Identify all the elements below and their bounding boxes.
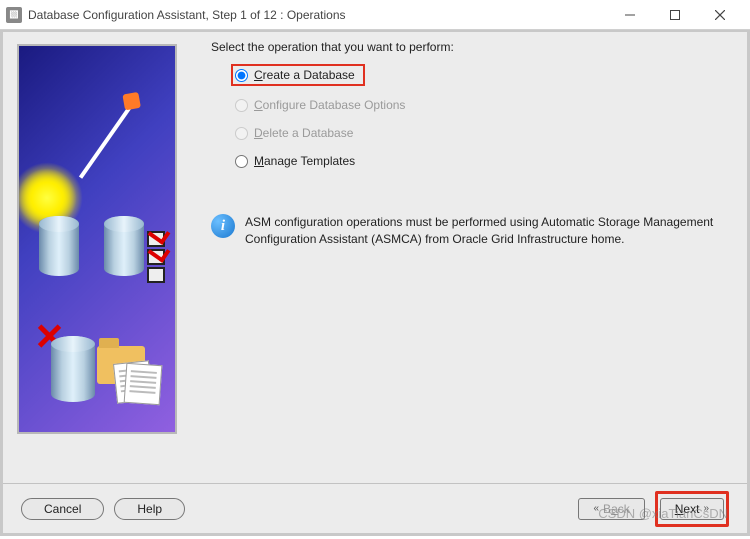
maximize-button[interactable]: [652, 0, 697, 30]
watermark: CSDN @xiaTianCsDN: [598, 506, 728, 521]
checklist-icon: [147, 231, 165, 283]
radio-create-database[interactable]: Create a Database: [231, 64, 365, 86]
radio-mnemonic: M: [254, 154, 264, 168]
radio-label: onfigure Database Options: [263, 98, 406, 112]
window-title: Database Configuration Assistant, Step 1…: [28, 8, 346, 22]
minimize-icon: [625, 10, 635, 20]
radio-manage-templates[interactable]: Manage Templates: [235, 154, 737, 168]
help-button[interactable]: Help: [114, 498, 185, 520]
database-icon: [39, 216, 79, 276]
operation-radio-group: Create a Database Configure Database Opt…: [235, 64, 737, 168]
wizard-graphic-panel: [17, 44, 177, 434]
cancel-button[interactable]: Cancel: [21, 498, 104, 520]
radio-delete-database: Delete a Database: [235, 126, 737, 140]
radio-label: anage Templates: [264, 154, 355, 168]
close-icon: [715, 10, 725, 20]
radio-input: [235, 99, 248, 112]
database-icon: [104, 216, 144, 276]
close-button[interactable]: [697, 0, 742, 30]
radio-input: [235, 127, 248, 140]
radio-configure-database: Configure Database Options: [235, 98, 737, 112]
info-text: ASM configuration operations must be per…: [245, 214, 717, 249]
radio-mnemonic: D: [254, 126, 263, 140]
radio-input[interactable]: [235, 155, 248, 168]
radio-mnemonic: C: [254, 68, 263, 82]
radio-mnemonic: C: [254, 98, 263, 112]
content-area: Select the operation that you want to pe…: [0, 30, 750, 536]
info-icon: i: [211, 214, 235, 238]
minimize-button[interactable]: [607, 0, 652, 30]
app-icon: ▧: [6, 7, 22, 23]
form-panel: Select the operation that you want to pe…: [187, 34, 747, 483]
maximize-icon: [670, 10, 680, 20]
titlebar: ▧ Database Configuration Assistant, Step…: [0, 0, 750, 30]
radio-input[interactable]: [235, 69, 248, 82]
info-panel: i ASM configuration operations must be p…: [211, 214, 737, 249]
form-prompt: Select the operation that you want to pe…: [211, 40, 737, 54]
templates-icon: [115, 362, 167, 406]
radio-label: reate a Database: [263, 68, 355, 82]
radio-label: elete a Database: [263, 126, 354, 140]
database-icon: [51, 336, 95, 402]
